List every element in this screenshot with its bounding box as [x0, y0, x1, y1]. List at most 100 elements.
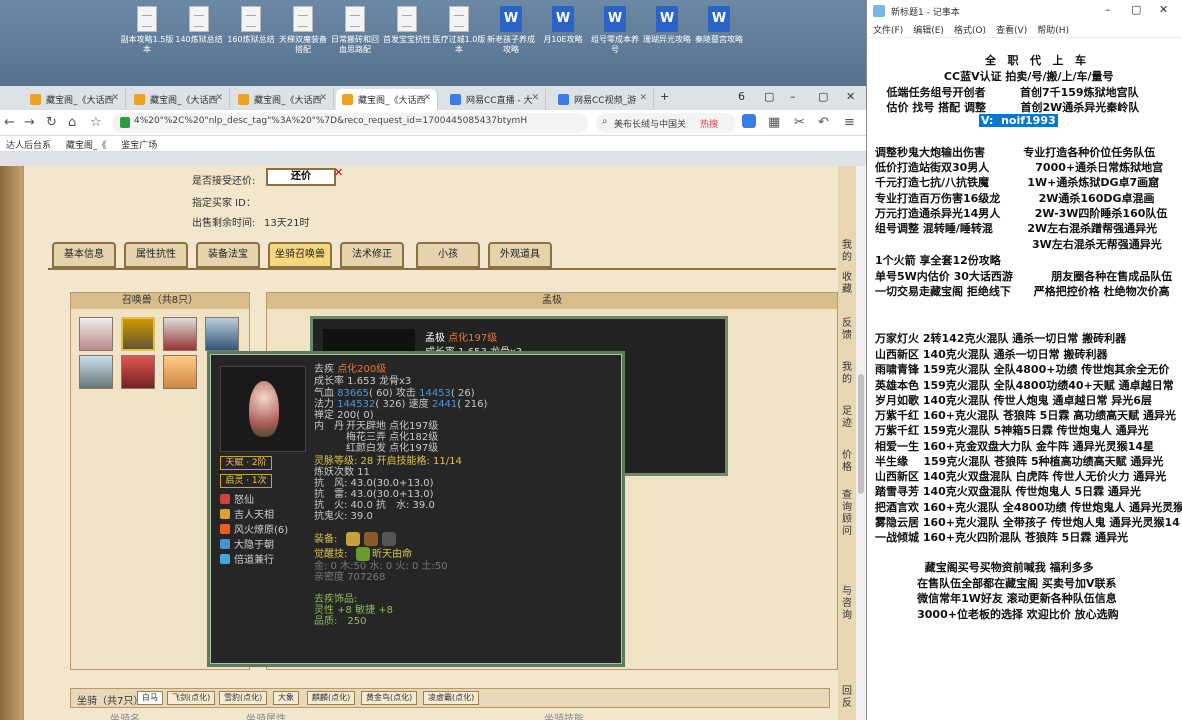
desktop-icon[interactable]: 首发宝宝抗性: [380, 6, 434, 45]
close-icon[interactable]: ✕: [334, 166, 343, 179]
bookmark-item[interactable]: 鉴宝广场: [121, 141, 157, 151]
scrollbar[interactable]: [856, 166, 866, 720]
maximize-button[interactable]: ▢: [818, 90, 828, 103]
game-tab[interactable]: 装备法宝: [196, 242, 260, 268]
star-icon[interactable]: ☆: [90, 115, 102, 130]
pet-skill[interactable]: 吉人天相: [220, 509, 274, 521]
bookmark-icon[interactable]: ▢: [764, 90, 774, 103]
minimize-button[interactable]: –: [1105, 3, 1111, 16]
tab-close-icon[interactable]: ✕: [215, 93, 223, 103]
menu-icon[interactable]: ≡: [844, 115, 855, 130]
side-nav-item[interactable]: 查 询 顾 问: [840, 490, 854, 538]
desktop-icon[interactable]: W 月10E攻略: [536, 6, 590, 45]
game-tab[interactable]: 法术修正: [340, 242, 404, 268]
tab-close-icon[interactable]: ✕: [423, 93, 431, 103]
pet-avatar[interactable]: [79, 355, 113, 389]
game-tab[interactable]: 属性抗性: [124, 242, 188, 268]
browser-tab[interactable]: 藏宝阁_《大话西 ✕: [232, 89, 334, 110]
mount-tab[interactable]: 白马: [137, 691, 163, 705]
side-nav-item[interactable]: 与 咨 询: [840, 586, 854, 622]
pet-avatar[interactable]: [163, 317, 197, 351]
desktop-icon[interactable]: W 组号零成本养号: [588, 6, 642, 55]
qi-badge[interactable]: 启灵 · 1次: [220, 474, 272, 488]
desktop-icon[interactable]: 副本攻略1.5版本: [120, 6, 174, 55]
mount-tab[interactable]: 雪豹(点化): [219, 691, 268, 705]
tab-close-icon[interactable]: ✕: [531, 93, 539, 103]
desktop-icon[interactable]: 日常搬砖和回血思路配: [328, 6, 382, 55]
pet-avatar[interactable]: [205, 317, 239, 351]
pet-skill[interactable]: 风火燎原(6): [220, 524, 288, 536]
browser-tab[interactable]: 藏宝阁_《大话西 ✕: [336, 89, 438, 110]
mount-tab[interactable]: 麒麟(点化): [307, 691, 356, 705]
minimize-button[interactable]: –: [790, 90, 796, 103]
gift-badge[interactable]: 天赋 · 2阶: [220, 456, 272, 470]
grid-icon[interactable]: ▦: [768, 115, 780, 130]
menu-item[interactable]: 帮助(H): [1037, 26, 1069, 36]
desktop-icon[interactable]: 医疗过城1.0版本: [432, 6, 486, 55]
menu-item[interactable]: 文件(F): [873, 26, 903, 36]
reload-icon[interactable]: ↻: [46, 115, 57, 130]
bookmark-item[interactable]: 藏宝阁_《: [66, 141, 107, 151]
mount-tab[interactable]: 凌虚霸(点化): [423, 691, 480, 705]
forward-icon[interactable]: →: [24, 115, 35, 130]
side-nav-item[interactable]: 收 藏: [840, 272, 854, 296]
url-input[interactable]: 4%20"%2C%20"nlp_desc_tag"%3A%20"%7D&reco…: [112, 113, 588, 133]
desktop-icon[interactable]: 天梯双魔装备搭配: [276, 6, 330, 55]
pet-avatar[interactable]: [121, 355, 155, 389]
side-nav-item[interactable]: 我 的: [840, 362, 854, 386]
menu-item[interactable]: 编辑(E): [913, 26, 944, 36]
cut-icon[interactable]: ✂: [794, 115, 805, 130]
browser-tab[interactable]: 藏宝阁_《大话西 ✕: [24, 89, 126, 110]
browser-tab[interactable]: 网易CC直播 - 大 ✕: [444, 89, 546, 110]
new-tab-button[interactable]: +: [660, 90, 669, 103]
close-button[interactable]: ✕: [1159, 3, 1168, 16]
side-nav-item[interactable]: 回 反: [840, 686, 854, 710]
side-nav-item[interactable]: 价 格: [840, 450, 854, 474]
menu-item[interactable]: 格式(O): [954, 26, 986, 36]
equip-slot[interactable]: [346, 532, 360, 546]
side-nav-item[interactable]: 足 迹: [840, 406, 854, 430]
pet-avatar[interactable]: [121, 317, 155, 351]
game-tab[interactable]: 坐骑召唤兽: [268, 242, 332, 268]
scrollbar-thumb[interactable]: [858, 374, 864, 494]
hot-search-link[interactable]: 热搜: [700, 117, 718, 130]
desktop-icon[interactable]: W 秦陵墓宫攻略: [692, 6, 746, 45]
equip-slot[interactable]: [364, 532, 378, 546]
tab-count-badge[interactable]: 6: [738, 90, 745, 103]
translate-icon[interactable]: [742, 114, 756, 128]
awake-skill-icon[interactable]: [356, 547, 370, 561]
browser-tab[interactable]: 网易CC视频_游 ✕: [552, 89, 654, 110]
game-tab[interactable]: 小孩: [416, 242, 480, 268]
equip-slot[interactable]: [382, 532, 396, 546]
tab-close-icon[interactable]: ✕: [319, 93, 327, 103]
pet-skill[interactable]: 怒仙: [220, 494, 254, 506]
mount-tab[interactable]: 黄金鸟(点化): [361, 691, 418, 705]
haggle-button[interactable]: 还价: [266, 168, 336, 186]
browser-tab[interactable]: 藏宝阁_《大话西 ✕: [128, 89, 230, 110]
mount-tab[interactable]: 飞剑(点化): [167, 691, 216, 705]
undo-icon[interactable]: ↶: [818, 115, 829, 130]
tab-close-icon[interactable]: ✕: [639, 93, 647, 103]
bookmark-item[interactable]: 达人后台系: [6, 141, 51, 151]
home-icon[interactable]: ⌂: [68, 115, 76, 130]
pet-avatar[interactable]: [79, 317, 113, 351]
site-favicon-icon: [238, 94, 249, 105]
pet-skill[interactable]: 大隐于朝: [220, 539, 274, 551]
game-tab[interactable]: 基本信息: [52, 242, 116, 268]
pet-skill[interactable]: 倍道兼行: [220, 554, 274, 566]
pet-avatar[interactable]: [163, 355, 197, 389]
side-nav-item[interactable]: 我 的: [840, 240, 854, 264]
desktop-icon[interactable]: 140炼狱总结: [172, 6, 226, 45]
desktop-icon[interactable]: W 新老孩子养成攻略: [484, 6, 538, 55]
menu-item[interactable]: 查看(V): [996, 26, 1027, 36]
notepad-text-area[interactable]: 全 职 代 上 车 V: noif1993 CC蓝V认证 拍卖/号/搬/上/车/…: [867, 40, 1182, 720]
tab-close-icon[interactable]: ✕: [111, 93, 119, 103]
side-nav-item[interactable]: 反 馈: [840, 318, 854, 342]
back-icon[interactable]: ←: [4, 115, 15, 130]
close-button[interactable]: ✕: [846, 90, 855, 103]
mount-tab[interactable]: 大象: [273, 691, 299, 705]
desktop-icon[interactable]: W 珊瑚异光攻略: [640, 6, 694, 45]
game-tab[interactable]: 外观道具: [488, 242, 552, 268]
maximize-button[interactable]: ▢: [1131, 3, 1141, 16]
desktop-icon[interactable]: 160炼狱总结: [224, 6, 278, 45]
